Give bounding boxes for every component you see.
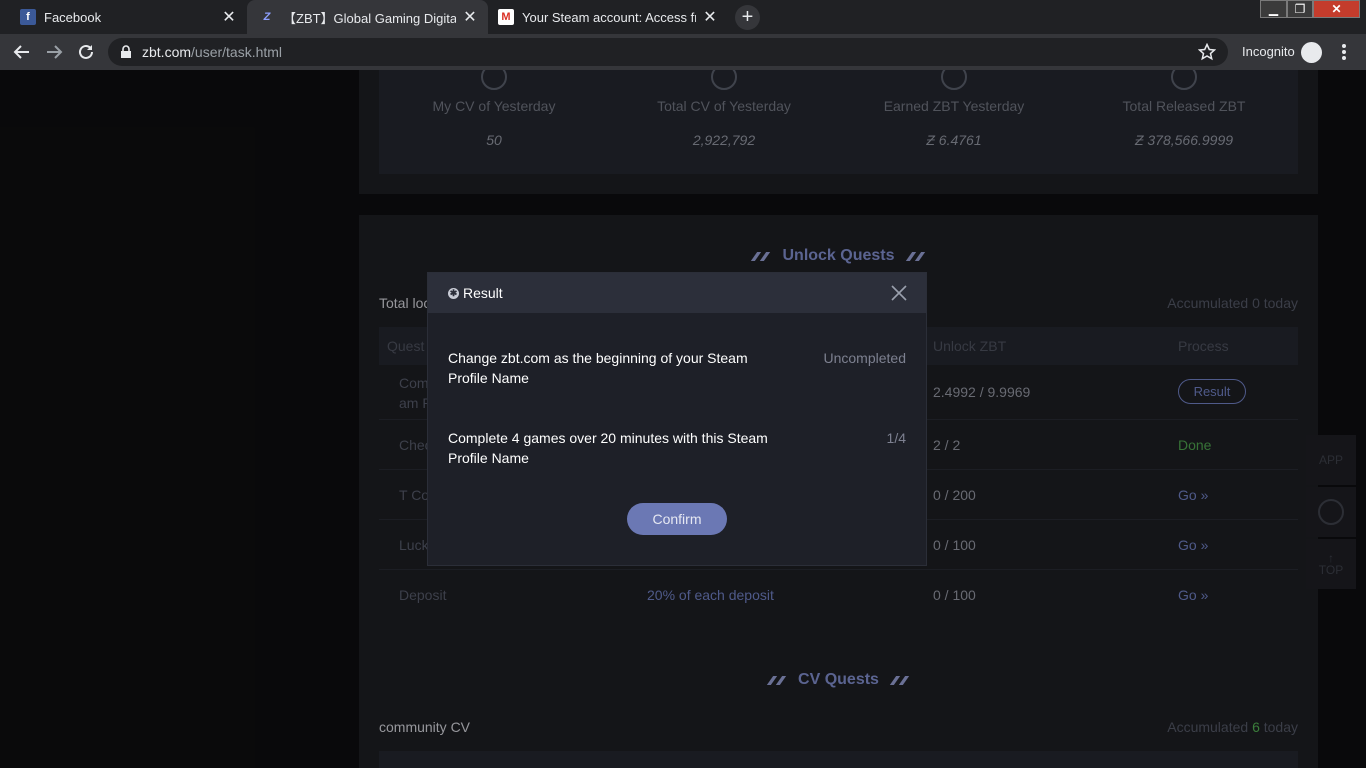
new-tab-button[interactable]: +	[735, 5, 760, 30]
tab-gmail[interactable]: M Your Steam account: Access from ✕	[488, 0, 728, 34]
tab-zbt[interactable]: Z 【ZBT】Global Gaming Digital Asse ✕	[247, 0, 488, 34]
lock-icon	[121, 45, 131, 58]
window-controls: ▁ ❐ ✕	[1260, 0, 1360, 18]
forward-arrow-icon	[47, 45, 63, 59]
confirm-button[interactable]: Confirm	[627, 503, 727, 535]
close-dialog-icon[interactable]	[890, 284, 908, 302]
dialog-title: Result	[463, 285, 503, 301]
browser-toolbar: zbt.com/user/task.html Incognito	[0, 34, 1366, 70]
incognito-icon[interactable]	[1301, 42, 1322, 63]
url-text: zbt.com/user/task.html	[142, 44, 283, 60]
back-button[interactable]	[10, 40, 34, 64]
close-window-button[interactable]: ✕	[1313, 0, 1360, 18]
requirement-status: Uncompleted	[823, 350, 907, 366]
result-dialog: ✱ Result Change zbt.com as the beginning…	[428, 273, 926, 565]
incognito-label: Incognito	[1242, 44, 1295, 59]
back-arrow-icon	[13, 45, 29, 59]
zbt-icon: Z	[263, 11, 271, 23]
requirement-status: 1/4	[886, 430, 906, 446]
dialog-header: ✱ Result	[428, 273, 926, 313]
info-icon: ✱	[448, 288, 459, 299]
requirement-text: Complete 4 games over 20 minutes with th…	[448, 430, 768, 466]
close-tab-icon[interactable]: ✕	[221, 7, 237, 27]
maximize-button[interactable]: ❐	[1287, 0, 1313, 18]
close-tab-icon[interactable]: ✕	[702, 7, 718, 27]
reload-icon	[79, 44, 93, 59]
browser-menu-icon[interactable]	[1338, 43, 1350, 61]
requirement-text: Change zbt.com as the beginning of your …	[448, 350, 748, 386]
tab-title: 【ZBT】Global Gaming Digital Asse	[283, 10, 456, 26]
minimize-button[interactable]: ▁	[1260, 0, 1287, 18]
tab-title: Your Steam account: Access from	[522, 9, 696, 25]
reload-button[interactable]	[74, 40, 98, 64]
facebook-icon: f	[20, 9, 36, 25]
close-tab-icon[interactable]: ✕	[462, 7, 478, 27]
tab-title: Facebook	[44, 9, 102, 25]
tab-facebook[interactable]: f Facebook ✕	[0, 0, 247, 34]
gmail-icon: M	[498, 9, 514, 25]
bookmark-star-icon	[1198, 43, 1216, 61]
forward-button[interactable]	[42, 40, 66, 64]
address-bar[interactable]: zbt.com/user/task.html	[108, 38, 1228, 66]
tab-strip: f Facebook ✕ Z 【ZBT】Global Gaming Digita…	[0, 0, 1366, 34]
